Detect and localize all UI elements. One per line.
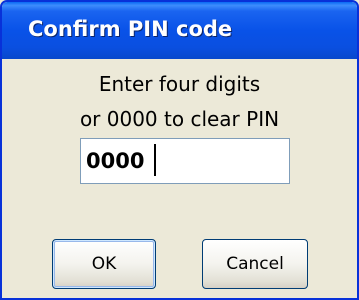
ok-button[interactable]: OK [52, 239, 156, 289]
pin-input[interactable] [80, 138, 290, 184]
instruction-line-2: or 0000 to clear PIN [79, 107, 280, 131]
title-bar[interactable]: Confirm PIN code [2, 2, 357, 59]
cancel-button[interactable]: Cancel [202, 239, 308, 289]
instruction-line-1: Enter four digits [98, 72, 261, 96]
confirm-pin-dialog: Confirm PIN code Enter four digits or 00… [0, 0, 359, 300]
dialog-title: Confirm PIN code [28, 17, 233, 41]
text-caret [154, 144, 156, 176]
